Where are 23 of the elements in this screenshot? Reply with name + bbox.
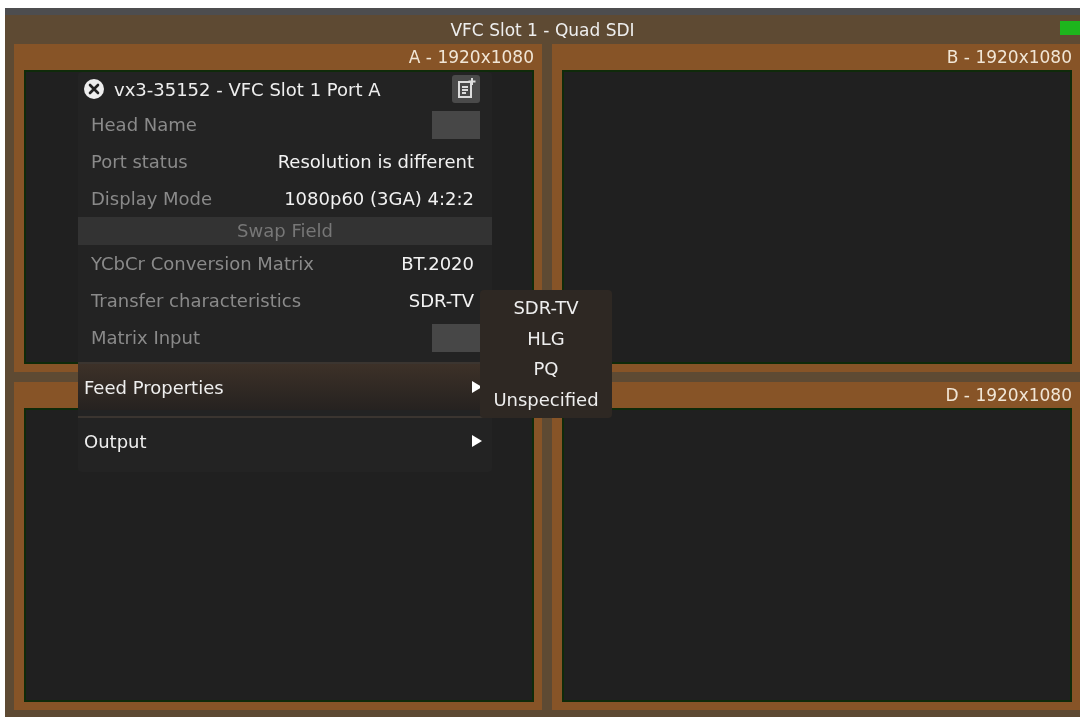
property-value: 1080p60 (3GA) 4:2:2 (284, 188, 474, 209)
panel-label: B - 1920x1080 (946, 47, 1072, 67)
note-add-icon[interactable] (452, 75, 480, 103)
property-value: Resolution is different (277, 151, 474, 172)
property-label: Head Name (91, 114, 197, 135)
submenu-item[interactable]: Output (78, 416, 492, 464)
status-indicator (1060, 21, 1080, 35)
property-value: SDR-TV (408, 290, 474, 311)
arrow-icon (472, 435, 482, 447)
panel-label: D - 1920x1080 (945, 385, 1072, 405)
window-title: VFC Slot 1 - Quad SDI (450, 19, 635, 40)
input-field[interactable] (432, 110, 480, 139)
property-label: Display Mode (91, 188, 213, 209)
panel-label: A - 1920x1080 (408, 47, 534, 67)
property-label: Matrix Input (91, 327, 200, 348)
property-label: YCbCr Conversion Matrix (91, 253, 314, 274)
property-label: Port status (91, 151, 188, 172)
menu-title: vx3-35152 - VFC Slot 1 Port A (114, 78, 382, 100)
input-field[interactable] (432, 323, 480, 352)
arrow-icon (472, 381, 482, 393)
property-value: BT.2020 (401, 253, 474, 274)
property-label: Transfer characteristics (91, 290, 301, 311)
close-icon[interactable] (84, 79, 104, 99)
